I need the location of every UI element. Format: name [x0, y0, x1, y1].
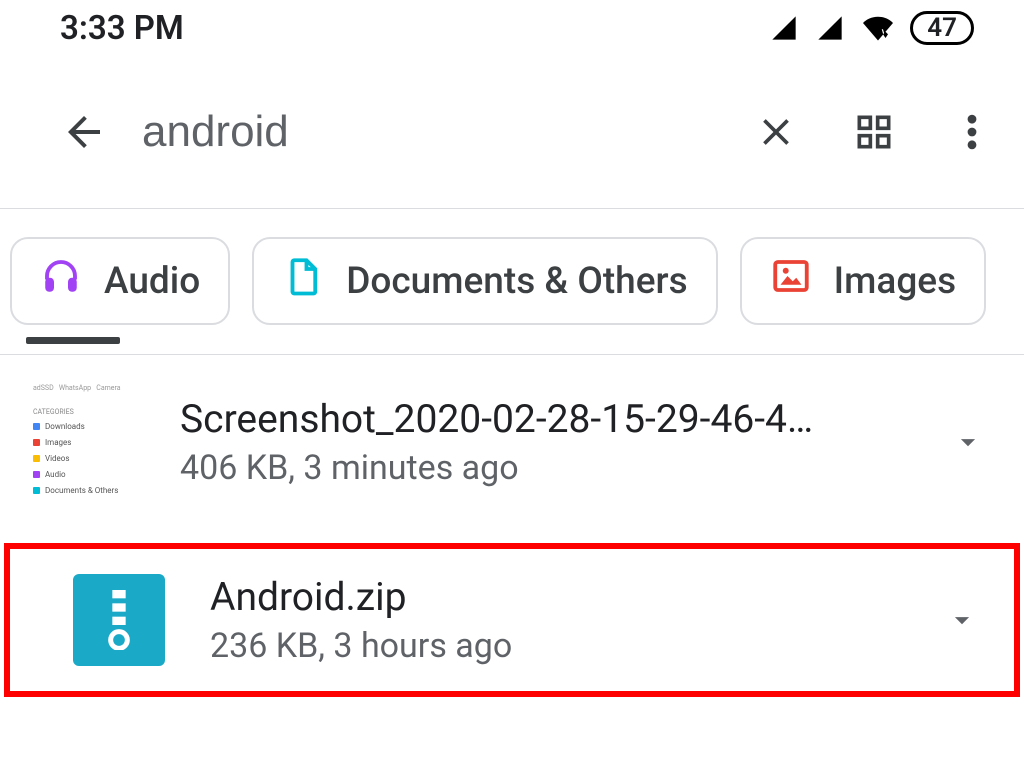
file-name: Android.zip: [210, 574, 904, 620]
overflow-menu-button[interactable]: [928, 88, 1016, 176]
image-icon: [770, 255, 812, 307]
screenshot-thumbnail: adSSD WhatsApp Camera CATEGORIES Downloa…: [25, 378, 153, 506]
file-info: Screenshot_2020-02-28-15-29-46-4… 406 KB…: [180, 396, 910, 488]
chip-label: Audio: [104, 260, 200, 303]
battery-level: 47: [910, 11, 974, 45]
highlight-annotation: Android.zip 236 KB, 3 hours ago: [4, 543, 1020, 697]
signal-icon: [814, 14, 846, 42]
status-bar: 3:33 PM 47: [0, 0, 1024, 56]
file-name: Screenshot_2020-02-28-15-29-46-4…: [180, 396, 910, 442]
partial-list-item: [26, 337, 136, 344]
chevron-down-icon: [951, 425, 985, 459]
file-meta: 236 KB, 3 hours ago: [210, 626, 904, 666]
search-input[interactable]: [138, 107, 722, 157]
list-item[interactable]: adSSD WhatsApp Camera CATEGORIES Downloa…: [0, 355, 1024, 529]
file-thumbnail: adSSD WhatsApp Camera CATEGORIES Downloa…: [24, 377, 154, 507]
expand-button[interactable]: [930, 603, 994, 637]
filter-chips-row: Audio Documents & Others Images: [0, 209, 1024, 353]
chip-label: Images: [834, 260, 957, 303]
close-icon: [754, 110, 798, 154]
document-icon: [282, 255, 324, 307]
wifi-icon: [860, 13, 896, 43]
zip-icon: [73, 574, 165, 666]
arrow-left-icon: [60, 108, 108, 156]
more-vertical-icon: [950, 110, 994, 154]
file-info: Android.zip 236 KB, 3 hours ago: [210, 574, 904, 666]
chevron-down-icon: [945, 603, 979, 637]
list-item[interactable]: Android.zip 236 KB, 3 hours ago: [24, 555, 1004, 685]
headphones-icon: [40, 255, 82, 307]
clear-search-button[interactable]: [732, 88, 820, 176]
file-meta: 406 KB, 3 minutes ago: [180, 448, 910, 488]
view-grid-button[interactable]: [830, 88, 918, 176]
grid-icon: [852, 110, 896, 154]
expand-button[interactable]: [936, 425, 1000, 459]
signal-icon: [768, 14, 800, 42]
chip-documents[interactable]: Documents & Others: [252, 237, 717, 325]
status-icons: 47: [768, 11, 974, 45]
chip-label: Documents & Others: [346, 260, 687, 303]
back-button[interactable]: [40, 88, 128, 176]
chip-images[interactable]: Images: [740, 237, 987, 325]
chip-audio[interactable]: Audio: [10, 237, 230, 325]
status-time: 3:33 PM: [60, 9, 184, 48]
app-bar: [0, 56, 1024, 208]
file-thumbnail: [54, 563, 184, 677]
